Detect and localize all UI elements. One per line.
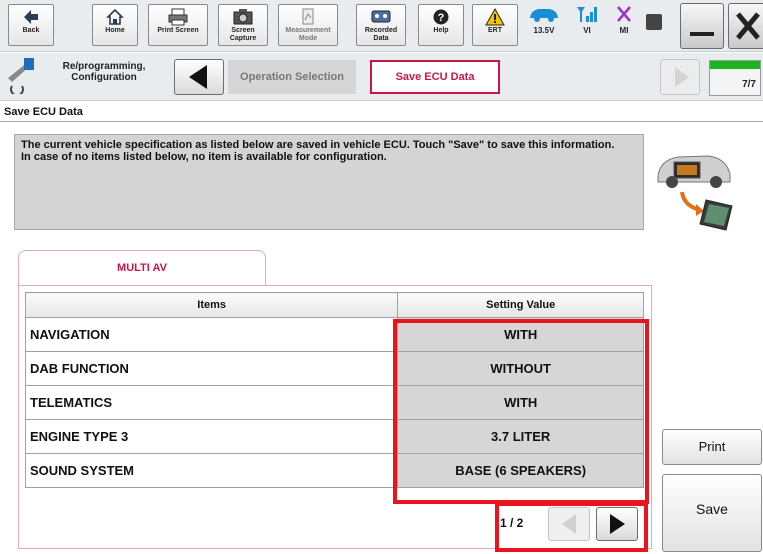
progress-label: 7/7	[742, 79, 756, 90]
back-button[interactable]: Back	[8, 4, 54, 46]
header-setting-value: Setting Value	[397, 292, 644, 318]
pager-highlight-box	[495, 502, 648, 552]
vehicle-to-laptop-icon	[657, 155, 733, 231]
back-arrow-icon	[24, 10, 38, 24]
mi-label: MI	[619, 26, 629, 35]
vi-status: VI	[574, 4, 600, 35]
breadcrumb-save-ecu-data[interactable]: Save ECU Data	[370, 60, 500, 94]
triangle-left-icon	[189, 65, 207, 89]
ert-button[interactable]: ERT	[472, 4, 518, 46]
voltage-value: 13.5V	[533, 26, 555, 35]
nav-back-button[interactable]	[174, 59, 224, 95]
vi-label: VI	[583, 26, 591, 35]
recorded-data-icon	[371, 10, 391, 23]
home-button[interactable]: Home	[92, 4, 138, 46]
page-title: Save ECU Data	[0, 102, 763, 122]
svg-text:?: ?	[438, 12, 445, 24]
values-highlight-box	[393, 319, 649, 504]
battery-icon	[646, 14, 662, 30]
print-screen-button[interactable]: Print Screen	[148, 4, 208, 46]
nav-forward-button[interactable]	[660, 59, 700, 95]
progress-bar-fill	[710, 61, 760, 69]
minimize-icon	[690, 32, 714, 36]
breadcrumb-operation-selection[interactable]: Operation Selection	[228, 60, 356, 94]
signal-icon	[577, 7, 597, 22]
print-button[interactable]: Print	[662, 429, 762, 465]
screen-capture-button[interactable]: Screen Capture	[218, 4, 268, 46]
row-item: TELEMATICS	[24, 385, 399, 420]
home-icon	[106, 8, 124, 25]
camera-icon	[233, 9, 253, 25]
tab-multi-av[interactable]: MULTI AV	[18, 250, 266, 286]
info-line-1: The current vehicle specification as lis…	[21, 139, 615, 151]
reprogramming-icon	[8, 58, 34, 94]
table-header-row: Items Setting Value	[24, 292, 644, 318]
navigation-bar: Re/programming, Configuration Operation …	[0, 53, 763, 101]
measurement-icon	[302, 8, 314, 25]
section-label: Re/programming, Configuration	[62, 61, 146, 83]
triangle-right-icon	[675, 67, 689, 87]
row-item: SOUND SYSTEM	[24, 453, 399, 488]
warning-icon	[485, 8, 505, 26]
disconnected-icon	[617, 6, 631, 22]
info-line-2: In case of no items listed below, no ite…	[21, 151, 387, 163]
info-message: The current vehicle specification as lis…	[14, 134, 644, 230]
printer-icon	[168, 8, 188, 26]
row-item: ENGINE TYPE 3	[24, 419, 399, 454]
header-items: Items	[24, 292, 399, 318]
measurement-mode-button[interactable]: Measurement Mode	[278, 4, 338, 46]
row-item: DAB FUNCTION	[24, 351, 399, 386]
help-icon: ?	[433, 9, 449, 25]
mi-status: MI	[612, 4, 636, 35]
help-button[interactable]: ? Help	[418, 4, 464, 46]
battery-status: 13.5V	[526, 4, 562, 35]
car-icon	[530, 9, 558, 22]
recorded-data-button[interactable]: Recorded Data	[356, 4, 406, 46]
minimize-button[interactable]	[680, 3, 724, 49]
close-icon	[736, 12, 760, 40]
toolbar: Back Home Print Screen Screen Capture Me…	[0, 0, 763, 52]
progress-indicator: 7/7	[709, 60, 761, 96]
save-button[interactable]: Save	[662, 474, 762, 552]
row-item: NAVIGATION	[24, 317, 399, 352]
close-button[interactable]	[728, 3, 763, 49]
